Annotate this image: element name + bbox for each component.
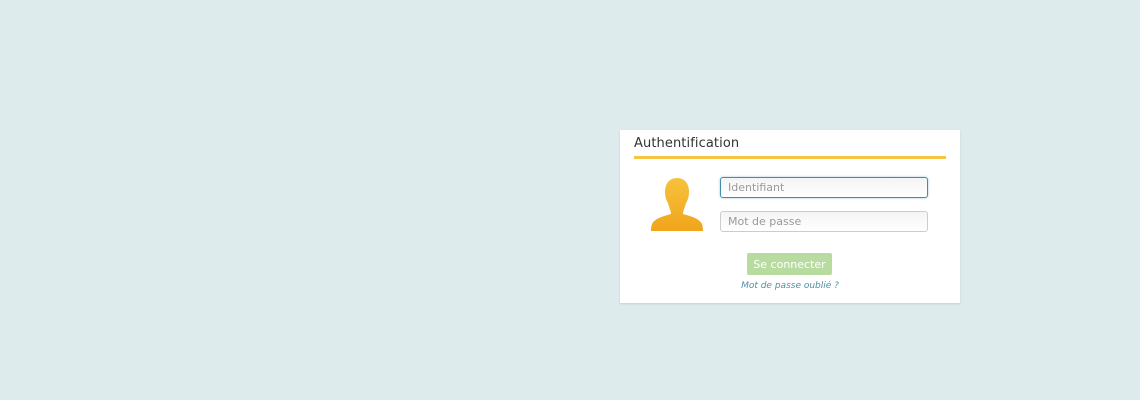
- login-panel: Authentification Se connecter Mot de pas…: [620, 130, 960, 303]
- user-icon: [651, 178, 703, 231]
- username-input[interactable]: [720, 177, 928, 198]
- panel-title: Authentification: [634, 136, 740, 151]
- login-button[interactable]: Se connecter: [747, 253, 832, 275]
- login-page: Authentification Se connecter Mot de pas…: [0, 0, 1140, 400]
- forgot-password-link[interactable]: Mot de passe oublié ?: [620, 281, 960, 291]
- title-divider: [634, 156, 946, 159]
- password-input[interactable]: [720, 211, 928, 232]
